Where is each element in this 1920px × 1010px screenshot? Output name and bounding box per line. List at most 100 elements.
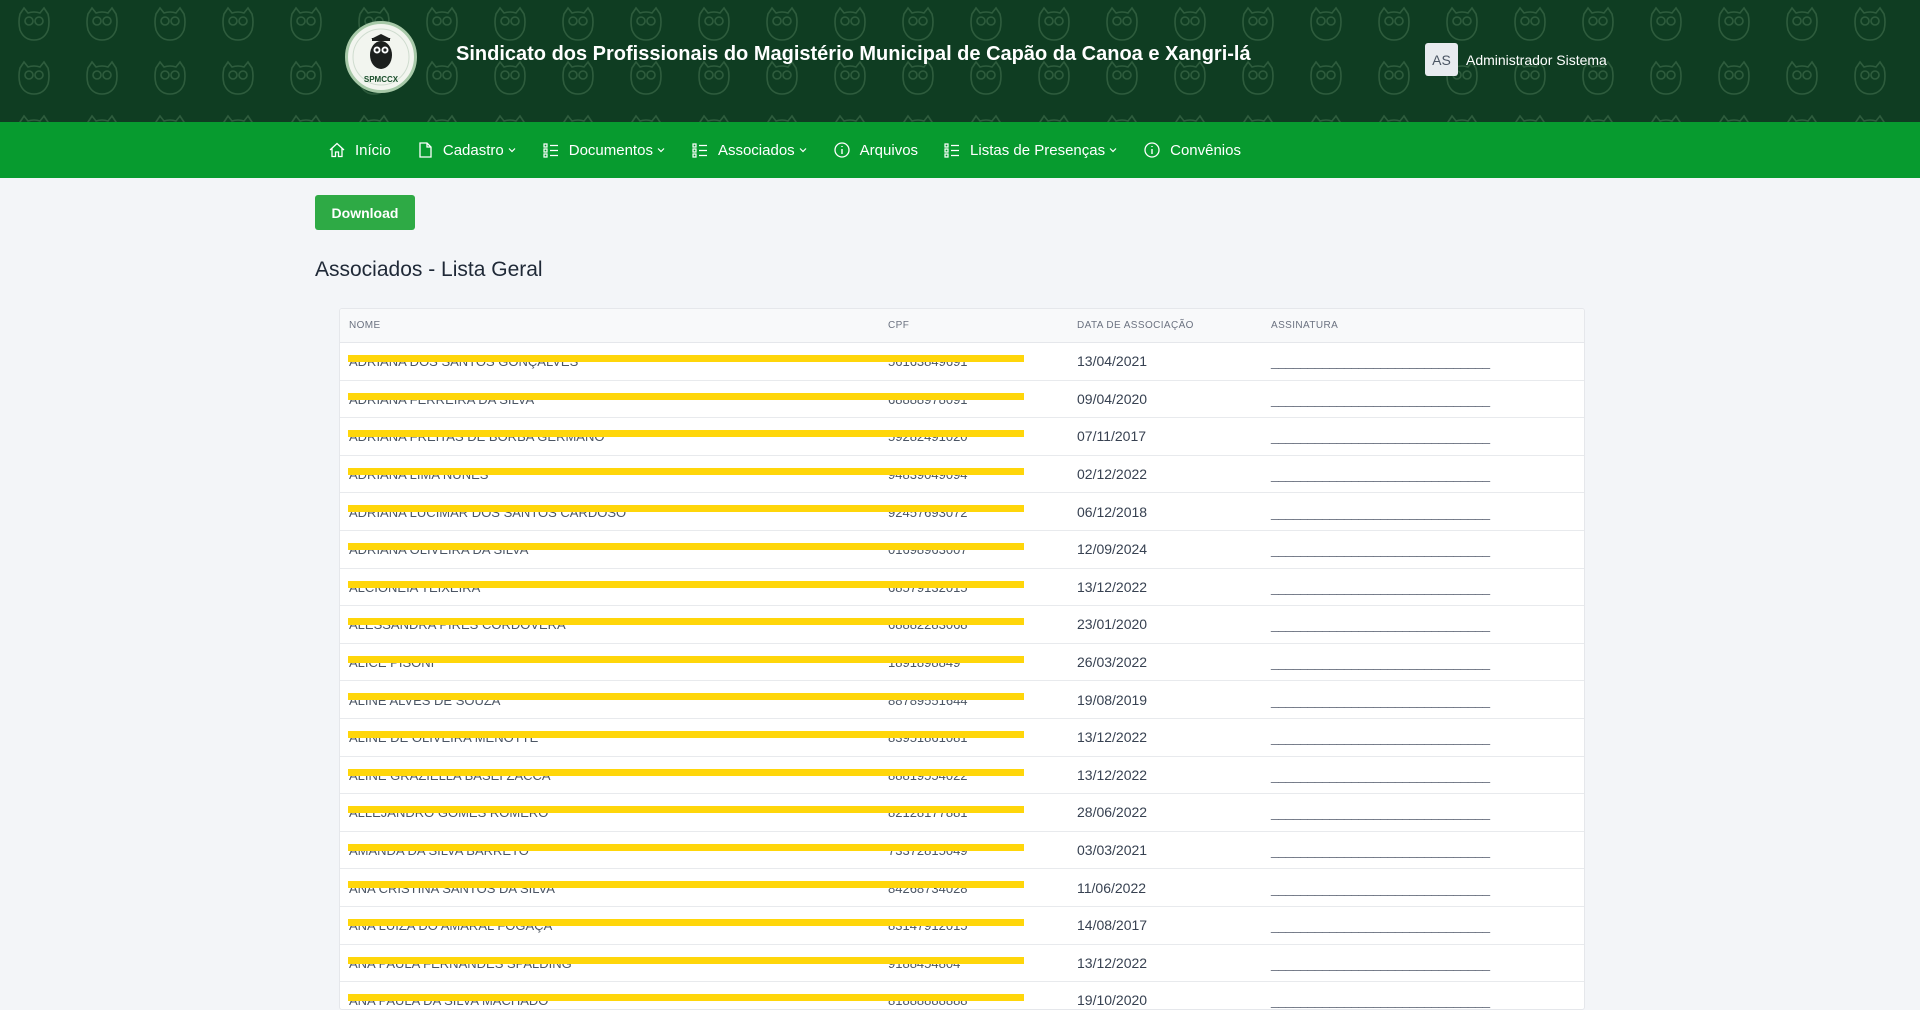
cell-cpf: 56163849691 bbox=[879, 342, 1068, 381]
cell-nome: ALINE ALVES DE SOUZA bbox=[340, 680, 879, 719]
table-row[interactable]: ADRIANA LIMA NUNES 94839049094 02/12/2022 _… bbox=[340, 455, 1584, 494]
list-icon bbox=[692, 143, 707, 158]
cell-nome-text: ADRIANA DOS SANTOS GONÇALVES bbox=[349, 354, 579, 370]
table-row[interactable]: ALINE GRAZIELLA BASEI ZACCA 88819554022 13… bbox=[340, 756, 1584, 795]
cell-nome: ANA LUIZA DO AMARAL FOGAÇA bbox=[340, 906, 879, 945]
cell-nome: ANA PAULA DA SILVA MACHADO bbox=[340, 981, 879, 1009]
nav-label: Arquivos bbox=[859, 141, 919, 159]
cell-assinatura-text: ______________________________ bbox=[1271, 766, 1490, 783]
cell-cpf: 68579132015 bbox=[879, 568, 1068, 607]
site-title: Sindicato dos Profissionais do Magistéri… bbox=[456, 43, 1251, 65]
avatar[interactable]: AS bbox=[1425, 43, 1458, 76]
table-row[interactable]: ADRIANA DOS SANTOS GONÇALVES 56163849691 1… bbox=[340, 342, 1584, 381]
cell-nome: ADRIANA DOS SANTOS GONÇALVES bbox=[340, 342, 879, 381]
cell-assinatura: ______________________________ bbox=[1262, 342, 1584, 381]
union-logo[interactable]: SPMCCX bbox=[345, 21, 417, 93]
cell-assinatura: ______________________________ bbox=[1262, 718, 1584, 757]
nav-item-listas-de-presencas[interactable]: Listas de Presenças bbox=[943, 141, 1118, 159]
cell-cpf-text: 94839049094 bbox=[888, 467, 968, 483]
nav-item-inicio[interactable]: Início bbox=[328, 141, 391, 159]
nav-item-arquivos[interactable]: Arquivos bbox=[833, 141, 918, 159]
table-row[interactable]: ANA PAULA FERNANDES SPALDING 9188454804 13… bbox=[340, 944, 1584, 983]
table-row[interactable]: ANA PAULA DA SILVA MACHADO 81888888888 19/… bbox=[340, 981, 1584, 1009]
cell-assinatura: ______________________________ bbox=[1262, 417, 1584, 456]
cell-assinatura-text: ______________________________ bbox=[1271, 992, 1490, 1009]
column-header-assinatura[interactable]: ASSINATURA bbox=[1262, 309, 1584, 343]
cell-cpf: 83147912015 bbox=[879, 906, 1068, 945]
cell-cpf: 88789551644 bbox=[879, 680, 1068, 719]
table-row[interactable]: ALICE PISONI 1891898849 26/03/2022 ________… bbox=[340, 643, 1584, 682]
table-row[interactable]: ALINE ALVES DE SOUZA 88789551644 19/08/201… bbox=[340, 680, 1584, 719]
cell-nome: AMANDA DA SILVA BARRETO bbox=[340, 831, 879, 870]
cell-data: 11/06/2022 bbox=[1068, 868, 1262, 907]
cell-assinatura-text: ______________________________ bbox=[1271, 804, 1490, 821]
download-button[interactable]: Download bbox=[315, 195, 415, 230]
cell-nome: ANA PAULA FERNANDES SPALDING bbox=[340, 944, 879, 983]
nav-item-convenios[interactable]: Convênios bbox=[1143, 141, 1241, 159]
cell-cpf: 83951861081 bbox=[879, 718, 1068, 757]
cell-assinatura: ______________________________ bbox=[1262, 906, 1584, 945]
table-row[interactable]: AMANDA DA SILVA BARRETO 73372815049 03/03/… bbox=[340, 831, 1584, 870]
cell-assinatura: ______________________________ bbox=[1262, 643, 1584, 682]
table-row[interactable]: ALCIONEIA TEIXEIRA 68579132015 13/12/2022 _… bbox=[340, 568, 1584, 607]
cell-cpf-text: 88789551644 bbox=[888, 692, 968, 708]
table-row[interactable]: ADRIANA OLIVEIRA DA SILVA 01698963007 12/0… bbox=[340, 530, 1584, 569]
cell-nome-text: ALESSANDRA PIRES CORDOVERA bbox=[349, 617, 566, 633]
cell-assinatura: ______________________________ bbox=[1262, 530, 1584, 569]
cell-cpf: 9188454804 bbox=[879, 944, 1068, 983]
cell-cpf-text: 83951861081 bbox=[888, 730, 968, 746]
cell-data-text: 07/11/2017 bbox=[1077, 428, 1147, 445]
document-icon bbox=[419, 142, 432, 158]
nav-label: Listas de Presenças bbox=[970, 141, 1106, 159]
cell-data: 07/11/2017 bbox=[1068, 417, 1262, 456]
members-table: NOME CPF DATA DE ASSOCIAÇÃO ASSINATURA A… bbox=[340, 309, 1584, 1009]
nav-item-associados[interactable]: Associados bbox=[691, 141, 808, 159]
cell-assinatura: ______________________________ bbox=[1262, 680, 1584, 719]
user-name[interactable]: Administrador Sistema bbox=[1466, 52, 1607, 68]
cell-cpf: 81888888888 bbox=[879, 981, 1068, 1009]
list-icon bbox=[944, 143, 960, 158]
cell-assinatura-text: ______________________________ bbox=[1271, 616, 1490, 633]
cell-data-text: 19/10/2020 bbox=[1077, 992, 1148, 1009]
chevron-down-icon bbox=[657, 148, 665, 153]
table-row[interactable]: ANA LUIZA DO AMARAL FOGAÇA 83147912015 14/… bbox=[340, 906, 1584, 945]
cell-assinatura: ______________________________ bbox=[1262, 605, 1584, 644]
column-header-data[interactable]: DATA DE ASSOCIAÇÃO bbox=[1068, 309, 1262, 343]
table-row[interactable]: ADRIANA LUCIMAR DOS SANTOS CARDOSO 924576… bbox=[340, 492, 1584, 531]
cell-data: 03/03/2021 bbox=[1068, 831, 1262, 870]
info-icon bbox=[1144, 142, 1160, 158]
table-row[interactable]: ALLEJANDRO GOMES ROMERO 82128177881 28/06/… bbox=[340, 793, 1584, 832]
cell-assinatura-text: ______________________________ bbox=[1271, 390, 1490, 407]
cell-nome: ADRIANA LIMA NUNES bbox=[340, 455, 879, 494]
cell-cpf-text: 82128177881 bbox=[888, 805, 968, 821]
cell-cpf: 1891898849 bbox=[879, 643, 1068, 682]
table-row[interactable]: ADRIANA FERREIRA DA SILVA 68888978091 09/0… bbox=[340, 380, 1584, 419]
table-row[interactable]: ANA CRISTINA SANTOS DA SILVA 84268734028 1… bbox=[340, 868, 1584, 907]
cell-assinatura-text: ______________________________ bbox=[1271, 842, 1490, 859]
cell-assinatura-text: ______________________________ bbox=[1271, 954, 1490, 971]
column-header-nome[interactable]: NOME bbox=[340, 309, 879, 343]
nav-item-documentos[interactable]: Documentos bbox=[542, 141, 666, 159]
cell-nome: ADRIANA FERREIRA DA SILVA bbox=[340, 380, 879, 419]
cell-data-text: 14/08/2017 bbox=[1077, 917, 1148, 934]
cell-cpf-text: 56163849691 bbox=[888, 354, 968, 370]
cell-assinatura: ______________________________ bbox=[1262, 831, 1584, 870]
cell-assinatura-text: ______________________________ bbox=[1271, 879, 1490, 896]
cell-data-text: 03/03/2021 bbox=[1077, 842, 1148, 859]
table-row[interactable]: ALESSANDRA PIRES CORDOVERA 68882283068 23/… bbox=[340, 605, 1584, 644]
table-row[interactable]: ALINE DE OLIVEIRA MENOTTE 83951861081 13/1… bbox=[340, 718, 1584, 757]
cell-data-text: 26/03/2022 bbox=[1077, 654, 1148, 671]
cell-data-text: 23/01/2020 bbox=[1077, 616, 1148, 633]
cell-nome-text: ALINE DE OLIVEIRA MENOTTE bbox=[349, 730, 539, 746]
nav-item-cadastro[interactable]: Cadastro bbox=[416, 141, 517, 159]
column-header-cpf[interactable]: CPF bbox=[879, 309, 1068, 343]
cell-nome-text: ALINE ALVES DE SOUZA bbox=[349, 692, 501, 708]
cell-cpf: 82128177881 bbox=[879, 793, 1068, 832]
cell-assinatura-text: ______________________________ bbox=[1271, 654, 1490, 671]
user-menu[interactable]: AS Administrador Sistema bbox=[1425, 43, 1607, 76]
cell-data: 26/03/2022 bbox=[1068, 643, 1262, 682]
table-row[interactable]: ADRIANA FREITAS DE BORBA GERMANO 59282491… bbox=[340, 417, 1584, 456]
cell-cpf-text: 68888978091 bbox=[888, 391, 968, 407]
cell-nome: ALCIONEIA TEIXEIRA bbox=[340, 568, 879, 607]
cell-data-text: 28/06/2022 bbox=[1077, 804, 1148, 821]
